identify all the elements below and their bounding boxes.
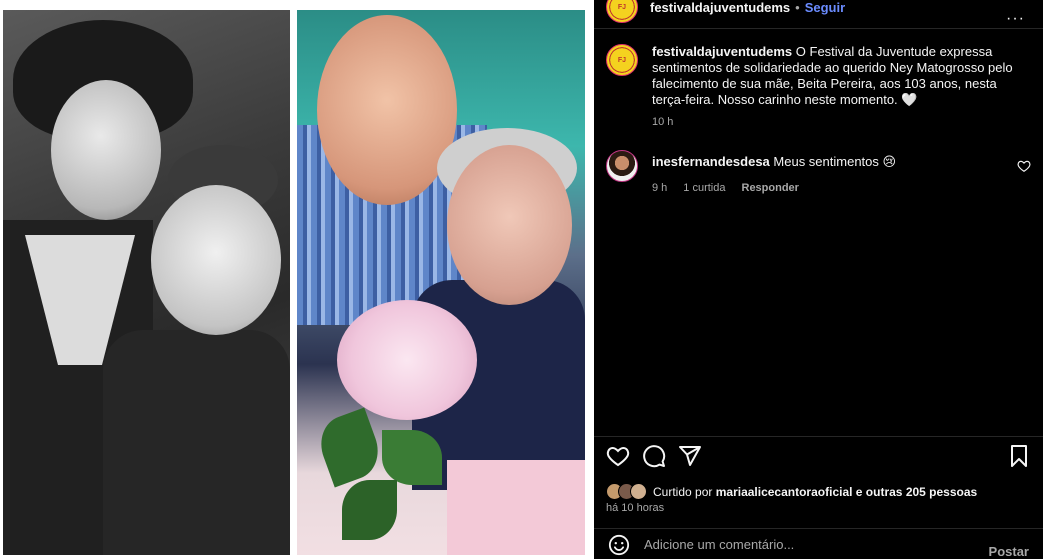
liker-avatars[interactable] <box>606 483 647 500</box>
comment-body: inesfernandesdesa Meus sentimentos 😢 9 h… <box>652 150 1031 196</box>
liked-by-user[interactable]: mariaalicecantoraoficial <box>716 485 853 499</box>
bookmark-icon[interactable] <box>1007 444 1031 468</box>
heart-icon[interactable] <box>606 444 630 468</box>
likes-summary: Curtido por mariaalicecantoraoficial e o… <box>606 483 977 500</box>
comment-item: inesfernandesdesa Meus sentimentos 😢 9 h… <box>606 150 1031 196</box>
post-actions <box>606 444 1031 470</box>
black-and-white-photo <box>3 10 290 555</box>
follow-button[interactable]: Seguir <box>805 0 845 15</box>
comment-heart-icon[interactable] <box>1017 159 1031 173</box>
post-media[interactable] <box>0 0 594 559</box>
caption-time: 10 h <box>652 116 674 128</box>
photo-shape <box>151 185 281 335</box>
comment-username[interactable]: inesfernandesdesa <box>652 154 770 169</box>
caption-username[interactable]: festivaldajuventudems <box>652 44 792 59</box>
photo-shape <box>103 330 290 555</box>
photo-shape <box>447 460 585 555</box>
divider <box>594 28 1043 29</box>
photo-shape <box>337 300 477 420</box>
profile-avatar[interactable]: FJ <box>606 0 638 23</box>
photo-shape <box>447 145 572 305</box>
comment-time: 9 h <box>652 182 668 194</box>
liked-by-prefix: Curtido por <box>653 484 713 499</box>
divider <box>594 528 1043 529</box>
post-header: FJ festivaldajuventudems • Seguir <box>594 0 1043 24</box>
add-comment-bar: Adicione um comentário... <box>594 530 1043 559</box>
post-comment-button[interactable]: Postar <box>989 544 1029 559</box>
comment-input[interactable]: Adicione um comentário... <box>644 537 794 552</box>
photo-shape <box>317 15 457 205</box>
post-caption: FJ festivaldajuventudems O Festival da J… <box>606 44 1031 128</box>
separator-dot: • <box>795 0 800 15</box>
comment-meta: 9 h 1 curtida Responder <box>652 180 1031 196</box>
share-icon[interactable] <box>678 444 702 468</box>
more-options-icon[interactable]: ··· <box>1006 10 1025 28</box>
reply-button[interactable]: Responder <box>742 180 799 196</box>
photo-shape <box>51 80 161 220</box>
divider <box>594 436 1043 437</box>
caption-body: festivaldajuventudems O Festival da Juve… <box>652 44 1031 108</box>
caption-avatar[interactable]: FJ <box>606 44 638 76</box>
photo-shape <box>312 407 387 488</box>
commenter-avatar[interactable] <box>606 150 638 182</box>
photo-shape <box>382 430 442 485</box>
emoji-icon[interactable] <box>608 534 630 556</box>
post-side-panel: FJ festivaldajuventudems • Seguir ··· FJ… <box>594 0 1043 559</box>
comment-icon[interactable] <box>642 444 666 468</box>
photo-shape <box>342 480 397 540</box>
comment-likes[interactable]: 1 curtida <box>683 180 725 196</box>
comment-text: Meus sentimentos 😢 <box>773 154 897 169</box>
liked-by-others[interactable]: e outras 205 pessoas <box>856 485 977 499</box>
post-timestamp: há 10 horas <box>606 502 665 514</box>
color-photo <box>297 10 585 555</box>
header-username[interactable]: festivaldajuventudems <box>650 0 790 15</box>
